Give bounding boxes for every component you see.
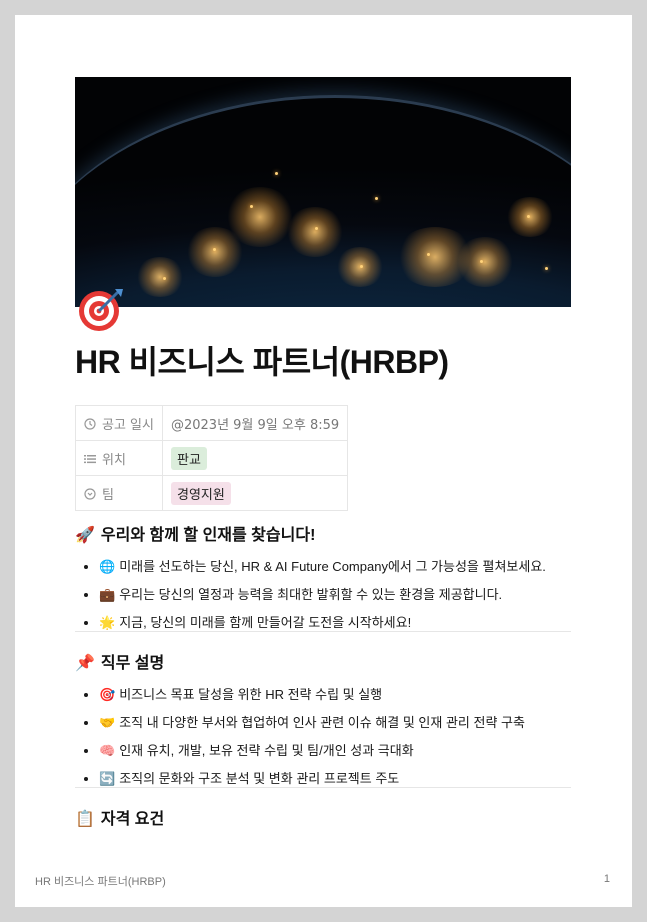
property-row-team: 팀 경영지원 xyxy=(75,475,349,511)
clipboard-icon: 📋 xyxy=(75,811,95,828)
cover-image-earth-at-night xyxy=(75,77,571,307)
list-item: 🌟지금, 당신의 미래를 함께 만들어갈 도전을 시작하세요! xyxy=(99,609,571,637)
clock-icon xyxy=(84,417,96,430)
handshake-icon: 🤝 xyxy=(99,715,116,730)
divider xyxy=(75,787,571,788)
property-value-date[interactable]: @2023년 9월 9일 오후 8:59 xyxy=(161,405,349,441)
dart-icon: 🎯 xyxy=(99,687,116,702)
team-tag[interactable]: 경영지원 xyxy=(170,481,231,505)
pushpin-icon: 📌 xyxy=(75,655,95,672)
property-key: 위치 xyxy=(75,440,163,476)
list-item: 🧠인재 유치, 개발, 보유 전략 수립 및 팀/개인 성과 극대화 xyxy=(99,737,571,765)
refresh-icon: 🔄 xyxy=(99,771,116,786)
location-tag[interactable]: 판교 xyxy=(170,446,207,470)
briefcase-icon: 💼 xyxy=(99,587,116,602)
page-number: 1 xyxy=(603,873,610,885)
list-item: 🌐미래를 선도하는 당신, HR & AI Future Company에서 그… xyxy=(99,553,571,581)
globe-icon: 🌐 xyxy=(99,559,116,574)
divider xyxy=(75,631,571,632)
list-icon xyxy=(84,454,96,463)
list-item: 🔄조직의 문화와 구조 분석 및 변화 관리 프로젝트 주도 xyxy=(99,765,571,793)
section-heading: 🚀 우리와 함께 할 인재를 찾습니다! xyxy=(75,527,316,544)
property-key: 팀 xyxy=(75,475,163,511)
bullet-list: 🎯비즈니스 목표 달성을 위한 HR 전략 수립 및 실행 🤝조직 내 다양한 … xyxy=(75,681,571,793)
document-page: HR 비즈니스 파트너(HRBP) 공고 일시 @2023년 9월 9일 오후 … xyxy=(15,15,632,907)
section-qualifications: 📋 자격 요건 xyxy=(75,805,571,829)
brain-icon: 🧠 xyxy=(99,743,116,758)
list-item: 🎯비즈니스 목표 달성을 위한 HR 전략 수립 및 실행 xyxy=(99,681,571,709)
list-item: 🤝조직 내 다양한 부서와 협업하여 인사 관련 이슈 해결 및 인재 관리 전… xyxy=(99,709,571,737)
property-key: 공고 일시 xyxy=(75,405,163,441)
section-job-description: 📌직무 설명 🎯비즈니스 목표 달성을 위한 HR 전략 수립 및 실행 🤝조직… xyxy=(75,649,571,793)
property-value-location[interactable]: 판교 xyxy=(161,440,349,476)
dart-target-icon[interactable] xyxy=(77,285,125,333)
property-value-team[interactable]: 경영지원 xyxy=(161,475,349,511)
property-row-location: 위치 판교 xyxy=(75,440,349,476)
bullet-list: 🌐미래를 선도하는 당신, HR & AI Future Company에서 그… xyxy=(75,553,571,637)
target-circle-icon xyxy=(84,487,96,500)
section-heading: 📋 자격 요건 xyxy=(75,811,165,828)
star-icon: 🌟 xyxy=(99,615,116,630)
section-hiring: 🚀우리와 함께 할 인재를 찾습니다! 🌐미래를 선도하는 당신, HR & A… xyxy=(75,521,571,637)
property-row-date: 공고 일시 @2023년 9월 9일 오후 8:59 xyxy=(75,405,349,441)
footer-title: HR 비즈니스 파트너(HRBP) xyxy=(35,876,166,888)
page-title: HR 비즈니스 파트너(HRBP) xyxy=(75,344,449,380)
section-heading: 📌 직무 설명 xyxy=(75,655,165,672)
list-item: 💼우리는 당신의 열정과 능력을 최대한 발휘할 수 있는 환경을 제공합니다. xyxy=(99,581,571,609)
rocket-icon: 🚀 xyxy=(75,527,95,544)
properties-table: 공고 일시 @2023년 9월 9일 오후 8:59 위치 판교 팀 경영지원 xyxy=(75,405,349,511)
